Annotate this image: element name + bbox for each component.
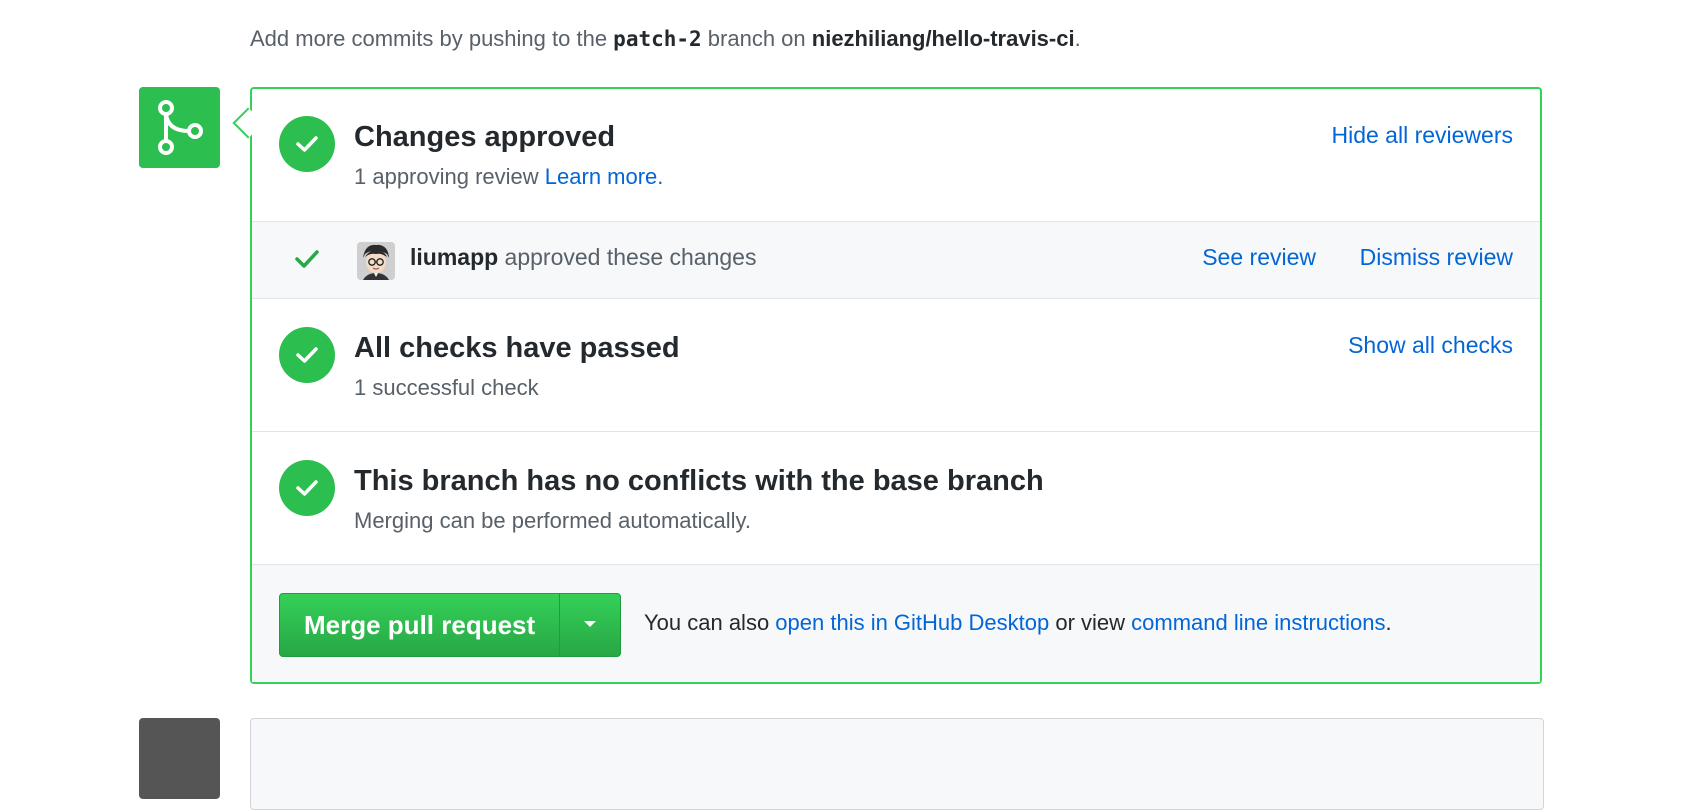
checks-section: All checks have passed 1 successful chec… xyxy=(252,299,1540,432)
open-in-desktop-link[interactable]: open this in GitHub Desktop xyxy=(775,610,1049,635)
conflicts-section: This branch has no conflicts with the ba… xyxy=(252,432,1540,565)
approval-count: 1 approving review xyxy=(354,164,545,189)
check-circle-icon xyxy=(279,460,335,516)
repo-name: niezhiliang/hello-travis-ci xyxy=(811,26,1075,51)
git-merge-icon xyxy=(139,87,220,168)
merge-note-middle: or view xyxy=(1049,610,1132,635)
approval-title: Changes approved xyxy=(354,121,616,153)
check-circle-icon xyxy=(279,116,335,172)
push-note-prefix: Add more commits by pushing to the xyxy=(250,26,614,51)
reviewer-summary: liumapp approved these changes xyxy=(410,244,756,271)
reviewer-name[interactable]: liumapp xyxy=(410,244,498,270)
check-icon xyxy=(294,248,320,275)
learn-more-link[interactable]: Learn more. xyxy=(545,164,664,189)
checks-title: All checks have passed xyxy=(354,332,680,364)
checks-subtitle: 1 successful check xyxy=(354,375,539,400)
push-commits-note: Add more commits by pushing to the patch… xyxy=(250,26,1081,52)
push-note-middle: branch on xyxy=(701,26,812,51)
check-circle-icon xyxy=(279,327,335,383)
merge-status-panel: Changes approved 1 approving review Lear… xyxy=(250,87,1542,684)
approval-subtitle: 1 approving review Learn more. xyxy=(354,164,663,190)
conflicts-subtitle: Merging can be performed automatically. xyxy=(354,508,752,533)
merge-alternatives-note: You can also open this in GitHub Desktop… xyxy=(644,610,1392,636)
branch-name: patch-2 xyxy=(613,27,702,51)
merge-action-section: Merge pull request You can also open thi… xyxy=(252,565,1540,682)
dismiss-review-link[interactable]: Dismiss review xyxy=(1360,244,1513,271)
merge-method-dropdown[interactable] xyxy=(559,594,620,656)
merge-note-suffix: . xyxy=(1385,610,1392,635)
merge-button-group: Merge pull request xyxy=(279,593,622,657)
reviewer-action: approved these changes xyxy=(498,244,757,270)
merge-note-prefix: You can also xyxy=(644,610,776,635)
comment-author-avatar[interactable] xyxy=(139,718,220,799)
see-review-link[interactable]: See review xyxy=(1202,244,1316,271)
command-line-instructions-link[interactable]: command line instructions xyxy=(1131,610,1385,635)
reviewer-row: liumapp approved these changes See revie… xyxy=(252,221,1540,299)
show-all-checks-link[interactable]: Show all checks xyxy=(1348,332,1513,359)
approval-section: Changes approved 1 approving review Lear… xyxy=(252,89,1540,221)
push-note-suffix: . xyxy=(1074,26,1081,51)
conflicts-title: This branch has no conflicts with the ba… xyxy=(354,465,1044,497)
comment-box xyxy=(250,718,1544,810)
merge-pull-request-button[interactable]: Merge pull request xyxy=(280,594,559,656)
hide-all-reviewers-link[interactable]: Hide all reviewers xyxy=(1331,122,1513,149)
triangle-down-icon xyxy=(582,616,598,634)
reviewer-avatar[interactable] xyxy=(357,242,395,280)
